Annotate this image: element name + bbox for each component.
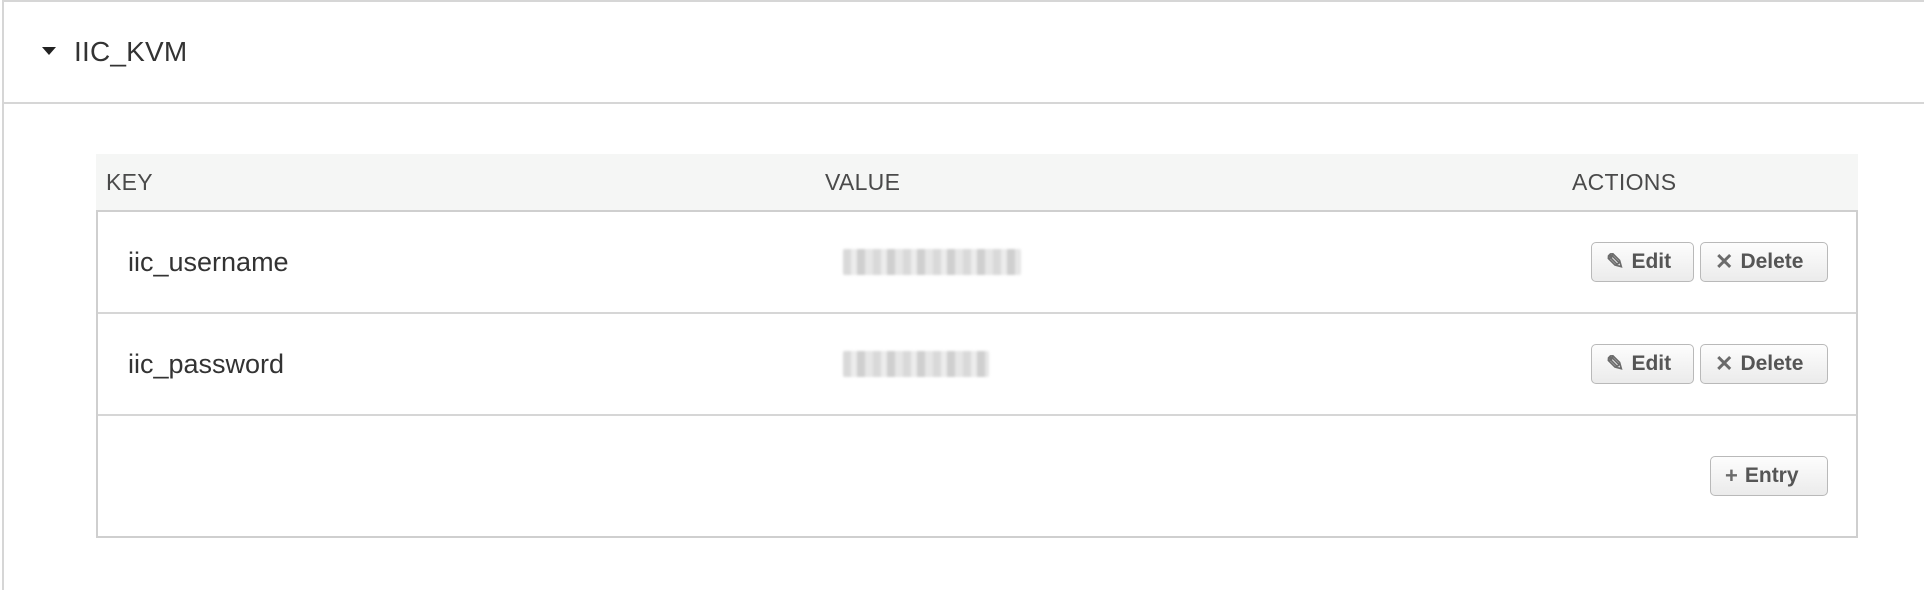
add-entry-button[interactable]: + Entry <box>1710 456 1828 496</box>
delete-button[interactable]: ✕ Delete <box>1700 344 1828 384</box>
kvm-panel: IIC_KVM KEY VALUE ACTIONS iic_username •… <box>2 0 1924 590</box>
row-actions: ✎ Edit ✕ Delete <box>1591 314 1828 414</box>
entry-key: iic_username <box>128 246 289 277</box>
edit-label: Edit <box>1631 352 1672 375</box>
kvm-entries-table: KEY VALUE ACTIONS iic_username •••••••••… <box>96 154 1858 538</box>
edit-button[interactable]: ✎ Edit <box>1591 242 1694 282</box>
table-row: iic_username •••••••••••• ✎ Edit ✕ Delet… <box>98 212 1856 314</box>
entry-value: •••••••••••• <box>843 212 1021 312</box>
column-header-actions: ACTIONS <box>1572 168 1677 195</box>
panel-header[interactable]: IIC_KVM <box>4 2 1924 104</box>
masked-value: •••••••••••• <box>843 249 1021 275</box>
row-actions: ✎ Edit ✕ Delete <box>1591 212 1828 312</box>
column-header-key: KEY <box>106 168 153 195</box>
table-header: KEY VALUE ACTIONS <box>96 154 1858 210</box>
entry-value: ••••••••• <box>843 314 989 414</box>
table-row: iic_password ••••••••• ✎ Edit ✕ Delete <box>98 314 1856 416</box>
add-entry-label: Entry <box>1744 464 1799 487</box>
x-icon: ✕ <box>1715 351 1734 376</box>
pencil-icon: ✎ <box>1606 249 1625 274</box>
entry-key: iic_password <box>128 348 285 379</box>
caret-down-icon[interactable] <box>42 47 56 55</box>
column-header-value: VALUE <box>825 168 901 195</box>
edit-label: Edit <box>1631 250 1672 273</box>
panel-title: IIC_KVM <box>74 36 188 67</box>
add-entry-row: + Entry <box>98 416 1856 536</box>
pencil-icon: ✎ <box>1606 351 1625 376</box>
delete-label: Delete <box>1740 352 1804 375</box>
masked-value: ••••••••• <box>843 351 989 377</box>
add-actions: + Entry <box>1710 416 1828 536</box>
table-body: iic_username •••••••••••• ✎ Edit ✕ Delet… <box>96 210 1858 538</box>
delete-label: Delete <box>1740 250 1804 273</box>
x-icon: ✕ <box>1715 249 1734 274</box>
edit-button[interactable]: ✎ Edit <box>1591 344 1694 384</box>
plus-icon: + <box>1725 463 1738 488</box>
delete-button[interactable]: ✕ Delete <box>1700 242 1828 282</box>
